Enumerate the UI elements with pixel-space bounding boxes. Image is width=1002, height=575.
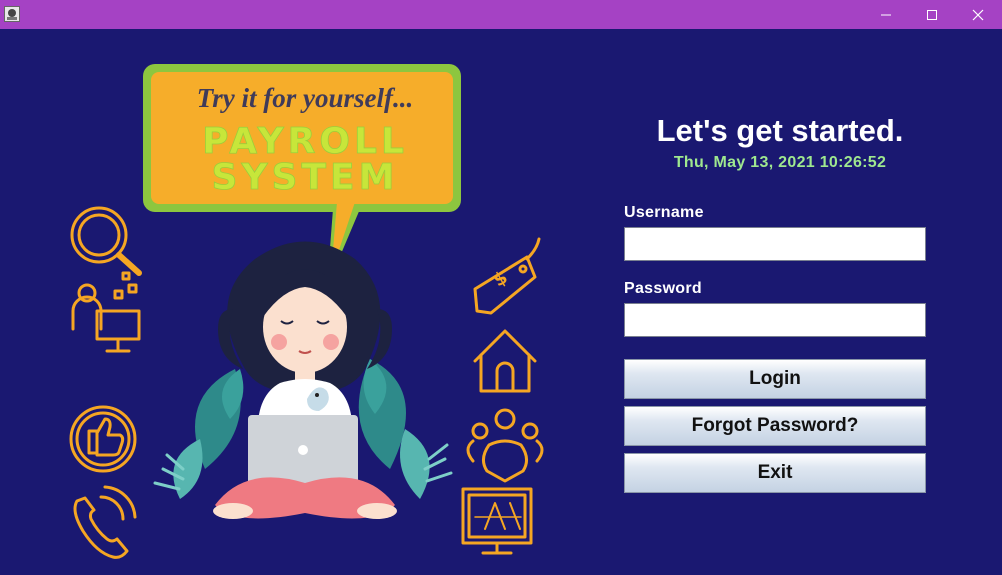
- magnifier-icon: [70, 206, 142, 276]
- app-logo-icon: [4, 6, 20, 22]
- forgot-password-button[interactable]: Forgot Password?: [624, 406, 926, 446]
- close-button[interactable]: [955, 0, 1001, 29]
- login-button[interactable]: Login: [624, 359, 926, 399]
- price-tag-icon: $: [473, 237, 541, 315]
- minimize-icon: [881, 14, 891, 15]
- username-input[interactable]: [624, 227, 926, 261]
- title-bar: [0, 0, 1002, 29]
- maximize-button[interactable]: [909, 0, 955, 29]
- payroll-title-line1: PAYROLL: [202, 121, 408, 162]
- group-icon: [466, 408, 544, 483]
- team-workstation-icon: [71, 271, 141, 353]
- close-icon: [972, 9, 984, 20]
- blueprint-monitor-icon: [461, 487, 533, 555]
- datetime-display: Thu, May 13, 2021 10:26:52: [673, 154, 887, 171]
- payroll-illustration: Try it for yourself... PAYROLL SYSTEM $: [69, 64, 544, 559]
- minimize-button[interactable]: [863, 0, 909, 29]
- password-input[interactable]: [624, 303, 926, 337]
- tagline-text: Try it for yourself...: [197, 83, 413, 113]
- phone-icon: [73, 485, 137, 559]
- password-label: Password: [624, 280, 702, 297]
- username-label: Username: [624, 204, 704, 221]
- exit-button[interactable]: Exit: [624, 453, 926, 493]
- house-icon: [473, 329, 537, 393]
- payroll-title-line2: SYSTEM: [212, 157, 399, 198]
- login-heading: Let's get started.: [656, 113, 904, 148]
- thumbs-up-icon: [69, 405, 137, 473]
- main-panel: Try it for yourself... PAYROLL SYSTEM $ …: [0, 29, 1002, 575]
- maximize-icon: [927, 9, 937, 20]
- svg-text:$: $: [490, 267, 511, 291]
